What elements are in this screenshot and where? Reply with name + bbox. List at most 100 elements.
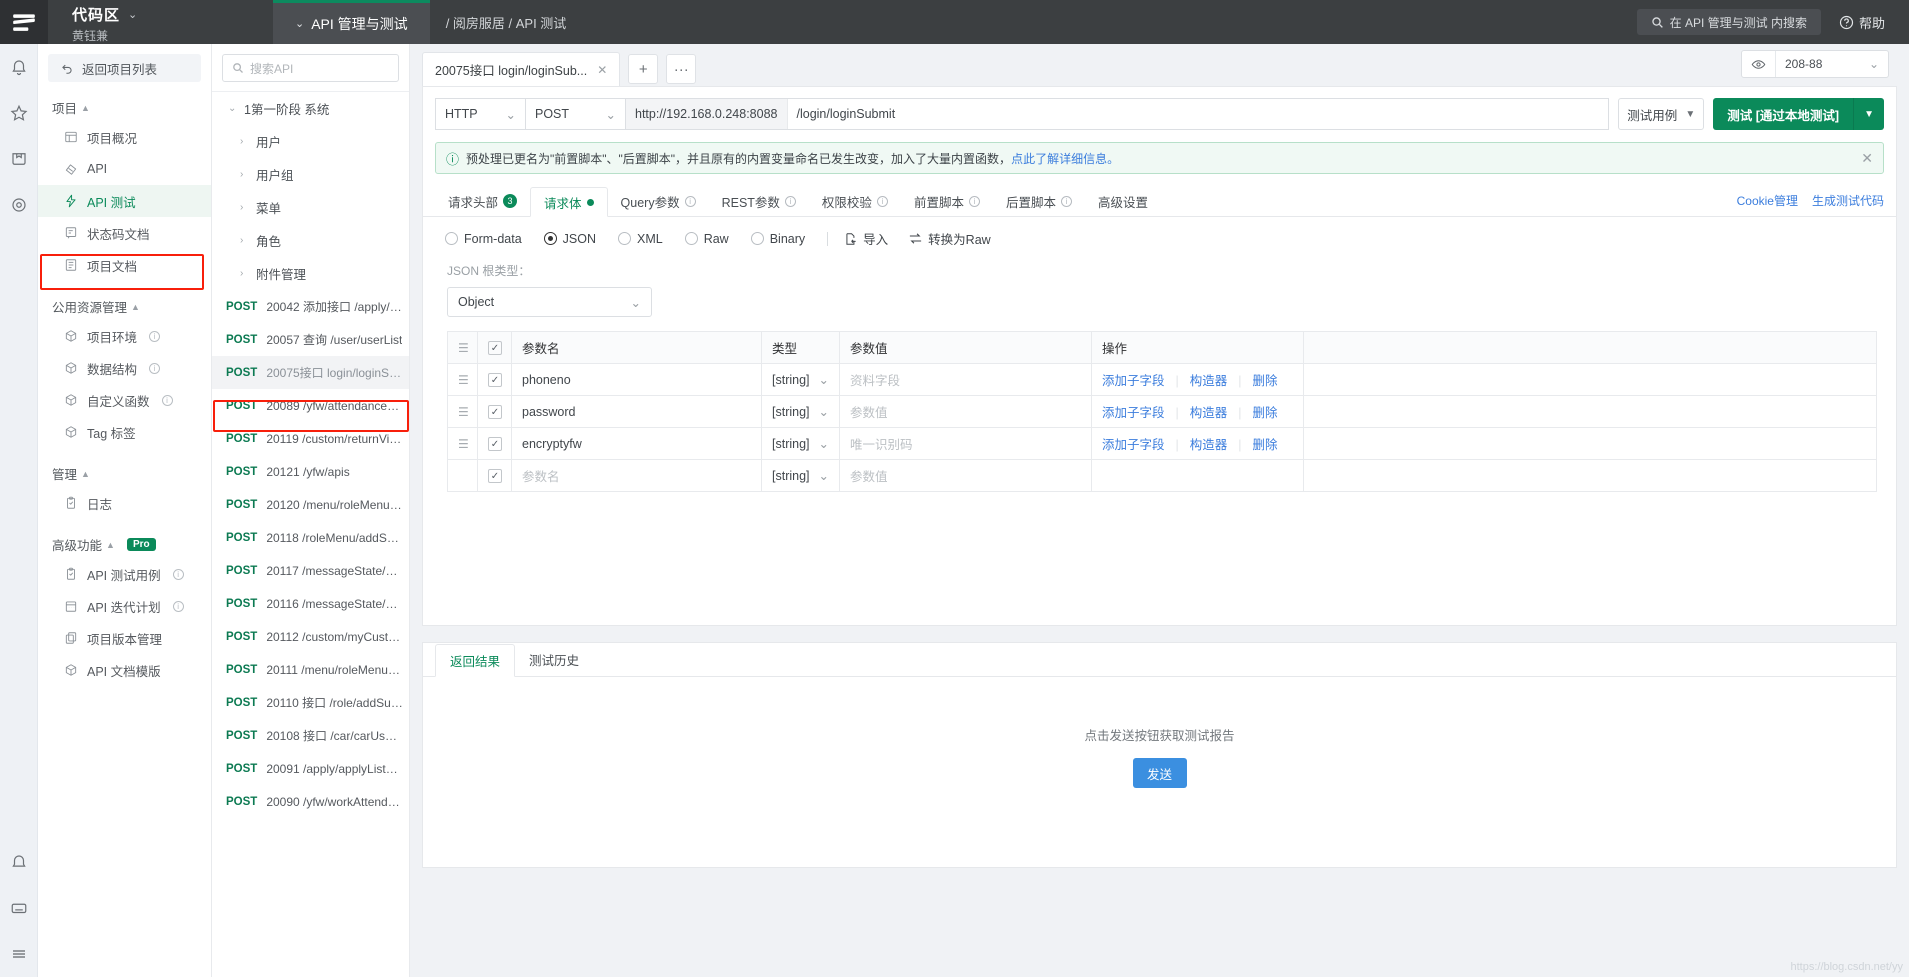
info-icon[interactable]: i bbox=[149, 330, 161, 342]
result-tab-1[interactable]: 测试历史 bbox=[515, 643, 593, 676]
info-icon[interactable]: i bbox=[784, 195, 796, 207]
file-tab[interactable]: 20075接口 login/loginSub... ✕ bbox=[422, 52, 621, 86]
convert-raw-button[interactable]: 转换为Raw bbox=[908, 229, 991, 248]
import-button[interactable]: 导入 bbox=[844, 229, 888, 248]
row-value-cell[interactable]: 资料字段 bbox=[839, 363, 1092, 396]
keyboard-icon[interactable] bbox=[0, 885, 37, 931]
request-subtab-0[interactable]: 请求头部 3 bbox=[435, 186, 530, 216]
sidebar-item-4-g0[interactable]: 项目文档 bbox=[38, 249, 211, 281]
chevron-icon[interactable]: › bbox=[240, 235, 249, 246]
json-root-select[interactable]: Object ⌄ bbox=[447, 287, 652, 317]
more-tabs-button[interactable]: ··· bbox=[666, 54, 697, 84]
sidebar-group-header[interactable]: 公用资源管理 ▲ bbox=[38, 281, 211, 320]
protocol-select[interactable]: HTTP ⌄ bbox=[435, 98, 525, 130]
info-icon[interactable]: i bbox=[172, 600, 184, 612]
body-type-radio-json[interactable]: JSON bbox=[543, 232, 596, 246]
row-action-2[interactable]: 删除 bbox=[1253, 438, 1278, 452]
request-subtab-3[interactable]: REST参数 i bbox=[709, 186, 809, 216]
body-type-radio-raw[interactable]: Raw bbox=[684, 232, 729, 246]
info-icon[interactable]: i bbox=[684, 195, 696, 207]
table-row[interactable]: ✓ 参数名 [string] ⌄ 参数值 bbox=[447, 459, 1877, 492]
api-list-item[interactable]: POST 20075接口 login/loginSubmit ... bbox=[212, 356, 409, 389]
sidebar-group-header[interactable]: 高级功能 ▲ Pro bbox=[38, 519, 211, 558]
bell-icon[interactable] bbox=[0, 44, 37, 90]
run-test-dropdown[interactable]: ▼ bbox=[1853, 98, 1884, 130]
api-list-item[interactable]: POST 20120 /menu/roleMenu/list bbox=[212, 488, 409, 521]
row-name-cell[interactable]: encryptyfw bbox=[511, 427, 762, 460]
notice-link[interactable]: 点此了解详细信息。 bbox=[1011, 150, 1119, 167]
row-type-cell[interactable]: [string] ⌄ bbox=[761, 395, 840, 428]
api-tree-node-4[interactable]: › 角色 bbox=[212, 224, 409, 257]
info-icon[interactable]: i bbox=[968, 195, 980, 207]
api-tree-node-5[interactable]: › 附件管理 bbox=[212, 257, 409, 290]
menu-icon[interactable] bbox=[0, 0, 48, 44]
body-type-radio-binary[interactable]: Binary bbox=[750, 232, 805, 246]
row-action-2[interactable]: 删除 bbox=[1253, 406, 1278, 420]
sidebar-item-1-g1[interactable]: 数据结构 i bbox=[38, 352, 211, 384]
add-tab-button[interactable]: + bbox=[628, 54, 659, 84]
project-switcher[interactable]: 代码区 ⌄ 黄钰兼 bbox=[48, 0, 273, 44]
environment-selector[interactable]: 208-88 ⌄ bbox=[1741, 50, 1889, 78]
api-tree-node-3[interactable]: › 菜单 bbox=[212, 191, 409, 224]
sidebar-item-3-g1[interactable]: Tag 标签 bbox=[38, 416, 211, 448]
drag-handle-icon[interactable]: ☰ bbox=[458, 437, 469, 451]
table-row[interactable]: ☰ ✓ password [string] ⌄ 参数值 添加子字段 | 构造器 | 删除 bbox=[447, 395, 1877, 428]
close-icon[interactable]: ✕ bbox=[1861, 150, 1873, 167]
info-icon[interactable]: i bbox=[876, 195, 888, 207]
row-type-cell[interactable]: [string] ⌄ bbox=[761, 427, 840, 460]
row-action-1[interactable]: 构造器 bbox=[1190, 406, 1228, 420]
api-list-item[interactable]: POST 20108 接口 /car/carUseLog/a... bbox=[212, 719, 409, 752]
row-action-0[interactable]: 添加子字段 bbox=[1102, 406, 1165, 420]
table-row[interactable]: ☰ ✓ encryptyfw [string] ⌄ 唯一识别码 添加子字段 | 构造器 | 删除 bbox=[447, 427, 1877, 460]
row-name-cell[interactable]: password bbox=[511, 395, 762, 428]
api-list-item[interactable]: POST 20089 /yfw/attendanceClockI... bbox=[212, 389, 409, 422]
row-value-cell[interactable]: 参数值 bbox=[839, 395, 1092, 428]
global-search-input[interactable]: 在 API 管理与测试 内搜索 bbox=[1636, 9, 1821, 35]
row-checkbox[interactable]: ✓ bbox=[488, 373, 502, 388]
api-list-item[interactable]: POST 20116 /messageState/addSu... bbox=[212, 587, 409, 620]
module-tab-api-test[interactable]: ⌄ API 管理与测试 bbox=[273, 0, 430, 44]
api-list-item[interactable]: POST 20112 /custom/myCustomTo... bbox=[212, 620, 409, 653]
url-input[interactable]: http://192.168.0.248:8088 /login/loginSu… bbox=[625, 98, 1610, 130]
sidebar-item-3-g3[interactable]: API 文档模版 bbox=[38, 654, 211, 686]
sidebar-item-2-g0[interactable]: API 测试 bbox=[38, 185, 211, 217]
row-checkbox[interactable]: ✓ bbox=[488, 469, 502, 484]
request-subtab-7[interactable]: 高级设置 bbox=[1085, 186, 1161, 216]
row-checkbox[interactable]: ✓ bbox=[488, 437, 502, 452]
api-list-item[interactable]: POST 20042 添加接口 /apply/addS... bbox=[212, 290, 409, 323]
info-icon[interactable]: i bbox=[172, 568, 184, 580]
sidebar-item-0-g2[interactable]: 日志 bbox=[38, 487, 211, 519]
method-select[interactable]: POST ⌄ bbox=[525, 98, 625, 130]
api-list-item[interactable]: POST 20110 接口 /role/addSubmit bbox=[212, 686, 409, 719]
table-row[interactable]: ☰ ✓ phoneno [string] ⌄ 资料字段 添加子字段 | 构造器 | 删除 bbox=[447, 363, 1877, 396]
row-name-cell[interactable]: 参数名 bbox=[511, 459, 762, 492]
list-icon[interactable] bbox=[0, 931, 37, 977]
row-type-cell[interactable]: [string] ⌄ bbox=[761, 363, 840, 396]
run-test-button[interactable]: 测试 [通过本地测试] ▼ bbox=[1713, 98, 1884, 130]
row-value-cell[interactable]: 唯一识别码 bbox=[839, 427, 1092, 460]
sidebar-group-header[interactable]: 管理 ▲ bbox=[38, 448, 211, 487]
request-subtab-5[interactable]: 前置脚本 i bbox=[901, 186, 993, 216]
sidebar-item-3-g0[interactable]: 状态码文档 bbox=[38, 217, 211, 249]
api-list-item[interactable]: POST 20121 /yfw/apis bbox=[212, 455, 409, 488]
api-list-item[interactable]: POST 20057 查询 /user/userList bbox=[212, 323, 409, 356]
back-to-project-list-button[interactable]: 返回项目列表 bbox=[48, 54, 201, 82]
gear-icon[interactable] bbox=[0, 182, 37, 228]
row-action-2[interactable]: 删除 bbox=[1253, 374, 1278, 388]
api-list-item[interactable]: POST 20119 /custom/returnVisit/sta... bbox=[212, 422, 409, 455]
chevron-icon[interactable]: › bbox=[240, 136, 249, 147]
chevron-icon[interactable]: › bbox=[240, 202, 249, 213]
chevron-down-icon[interactable]: ⌄ bbox=[128, 8, 138, 21]
sidebar-item-2-g1[interactable]: 自定义函数 i bbox=[38, 384, 211, 416]
sidebar-item-0-g3[interactable]: API 测试用例 i bbox=[38, 558, 211, 590]
box-icon[interactable] bbox=[0, 136, 37, 182]
row-action-1[interactable]: 构造器 bbox=[1190, 438, 1228, 452]
star-icon[interactable] bbox=[0, 90, 37, 136]
row-name-cell[interactable]: phoneno bbox=[511, 363, 762, 396]
sidebar-item-1-g0[interactable]: API bbox=[38, 153, 211, 185]
row-action-1[interactable]: 构造器 bbox=[1190, 374, 1228, 388]
chevron-icon[interactable]: › bbox=[240, 268, 249, 279]
drag-handle-icon[interactable]: ☰ bbox=[458, 341, 469, 355]
test-case-select[interactable]: 测试用例 ▼ bbox=[1618, 98, 1705, 130]
sidebar-item-1-g3[interactable]: API 迭代计划 i bbox=[38, 590, 211, 622]
